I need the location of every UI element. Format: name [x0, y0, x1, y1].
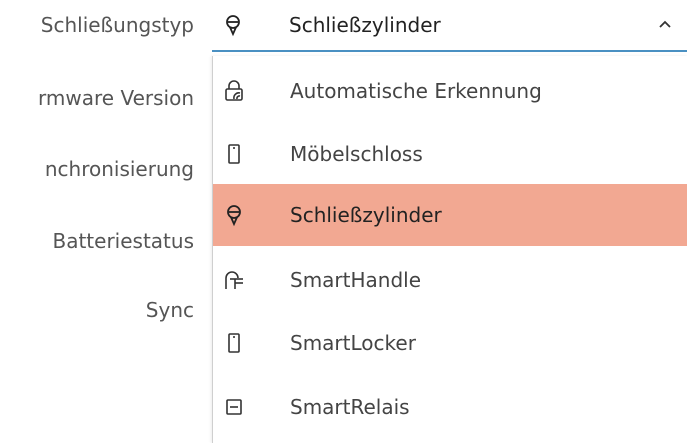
furniture-lock-icon [222, 142, 246, 166]
chevron-up-icon[interactable] [658, 19, 672, 29]
smartlocker-icon [222, 331, 246, 355]
smartrelais-icon [222, 395, 246, 419]
option-smartrelais[interactable]: SmartRelais [213, 376, 687, 438]
cylinder-icon [222, 203, 246, 227]
cylinder-icon [221, 13, 245, 37]
option-smartlocker[interactable]: SmartLocker [213, 312, 687, 374]
option-label: Schließzylinder [290, 203, 442, 227]
option-label: SmartLocker [290, 331, 416, 355]
option-smarthandle[interactable]: SmartHandle [213, 249, 687, 311]
combobox-underline [212, 50, 687, 52]
field-label-schliessungstyp: Schließungstyp [40, 13, 194, 37]
smarthandle-icon [222, 268, 246, 292]
field-label-firmware-version: rmware Version [38, 86, 194, 110]
selected-value: Schließzylinder [289, 13, 441, 37]
lock-type-combobox[interactable]: Schließzylinder [212, 0, 687, 52]
field-label-batteriestatus: Batteriestatus [52, 229, 194, 253]
auto-detect-icon [222, 79, 246, 103]
option-label: SmartHandle [290, 268, 422, 292]
option-moebelschloss[interactable]: Möbelschloss [213, 123, 687, 185]
field-label-sync: Sync [145, 298, 194, 322]
option-automatische-erkennung[interactable]: Automatische Erkennung [213, 60, 687, 122]
field-label-synchronisierung: nchronisierung [44, 157, 194, 181]
option-label: SmartRelais [290, 395, 410, 419]
lock-type-dropdown: Automatische Erkennung Möbelschloss Schl… [212, 56, 687, 443]
option-schliesszylinder[interactable]: Schließzylinder [213, 184, 687, 246]
option-label: Automatische Erkennung [290, 79, 542, 103]
option-label: Möbelschloss [290, 142, 423, 166]
